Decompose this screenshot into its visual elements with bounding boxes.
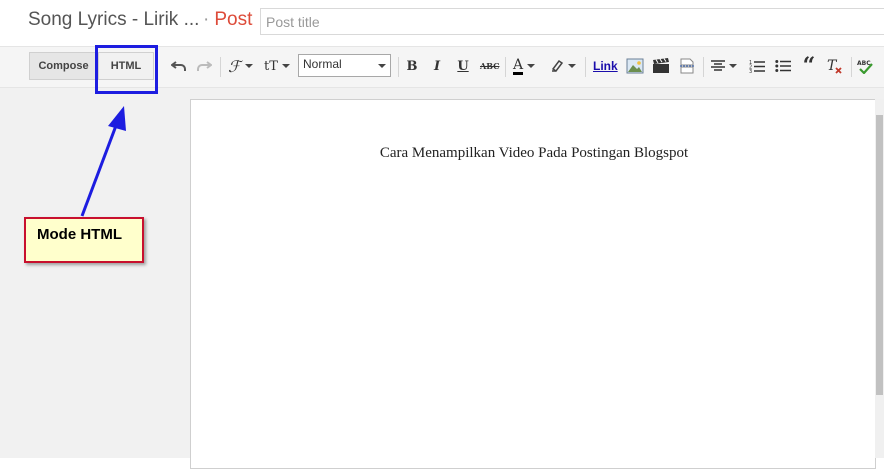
html-mode-button[interactable]: HTML [98, 52, 154, 80]
paragraph-format-select[interactable]: Normal [298, 54, 391, 77]
redo-icon [197, 61, 212, 71]
redo-button[interactable] [195, 54, 213, 78]
toolbar-separator [585, 57, 586, 77]
font-size-icon: tT [264, 58, 278, 74]
jump-break-icon [680, 58, 694, 74]
alignment-button[interactable] [711, 54, 737, 78]
underline-button[interactable]: U [454, 54, 472, 78]
image-icon [626, 58, 644, 74]
chevron-down-icon [281, 64, 290, 68]
jump-break-button[interactable] [678, 54, 696, 78]
blockquote-button[interactable]: “ [800, 53, 818, 79]
video-icon [653, 58, 669, 73]
editor-document[interactable]: Cara Menampilkan Video Pada Postingan Bl… [190, 99, 876, 469]
toolbar-separator [703, 57, 704, 77]
post-label: · Post [203, 9, 252, 31]
font-family-button[interactable]: ℱ [228, 54, 253, 78]
text-color-icon: A [513, 56, 524, 75]
toolbar-separator [398, 57, 399, 77]
editor-toolbar: Compose HTML ℱ tT B I U ABC A Link 123 “… [0, 47, 884, 88]
insert-video-button[interactable] [652, 54, 670, 78]
chevron-down-icon [244, 64, 253, 68]
chevron-down-icon [527, 64, 536, 68]
post-title-input[interactable] [260, 8, 884, 35]
strikethrough-button[interactable]: ABC [480, 54, 499, 78]
chevron-down-icon [729, 64, 737, 68]
top-bar: Song Lyrics - Lirik ... · Post [0, 0, 884, 47]
annotation-callout: Mode HTML [24, 217, 144, 263]
font-icon: ℱ [228, 56, 241, 76]
font-size-button[interactable]: tT [264, 54, 290, 78]
bulleted-list-button[interactable] [774, 54, 792, 78]
editor-scrollbar[interactable] [875, 99, 884, 458]
numbered-list-button[interactable]: 123 [748, 54, 766, 78]
separator-dot: · [203, 9, 210, 30]
chevron-down-icon [378, 64, 386, 68]
post-label-text: Post [214, 9, 253, 30]
editor-content[interactable]: Cara Menampilkan Video Pada Postingan Bl… [191, 145, 877, 162]
toolbar-separator [505, 57, 506, 77]
scrollbar-thumb[interactable] [876, 115, 883, 395]
spell-check-button[interactable]: ABC [857, 54, 875, 78]
highlight-color-button[interactable] [550, 54, 576, 78]
chevron-down-icon [568, 64, 576, 68]
compose-mode-button[interactable]: Compose [29, 52, 98, 80]
toolbar-separator [851, 57, 852, 77]
text-color-button[interactable]: A [513, 54, 536, 78]
paragraph-format-value: Normal [303, 57, 342, 71]
undo-button[interactable] [170, 54, 188, 78]
spell-check-icon: ABC [857, 60, 873, 74]
toolbar-separator [220, 57, 221, 77]
blog-name[interactable]: Song Lyrics - Lirik ... [28, 9, 199, 31]
numbered-list-icon: 123 [749, 60, 765, 73]
highlighter-icon [551, 59, 564, 73]
align-center-icon [711, 60, 725, 71]
italic-button[interactable]: I [428, 54, 446, 78]
svg-text:3: 3 [749, 69, 752, 73]
undo-icon [171, 61, 186, 71]
insert-image-button[interactable] [626, 54, 644, 78]
remove-formatting-button[interactable]: T [826, 54, 844, 78]
remove-formatting-icon: T [827, 58, 842, 74]
bold-button[interactable]: B [403, 54, 421, 78]
bulleted-list-icon [775, 60, 791, 72]
insert-link-button[interactable]: Link [593, 54, 618, 78]
